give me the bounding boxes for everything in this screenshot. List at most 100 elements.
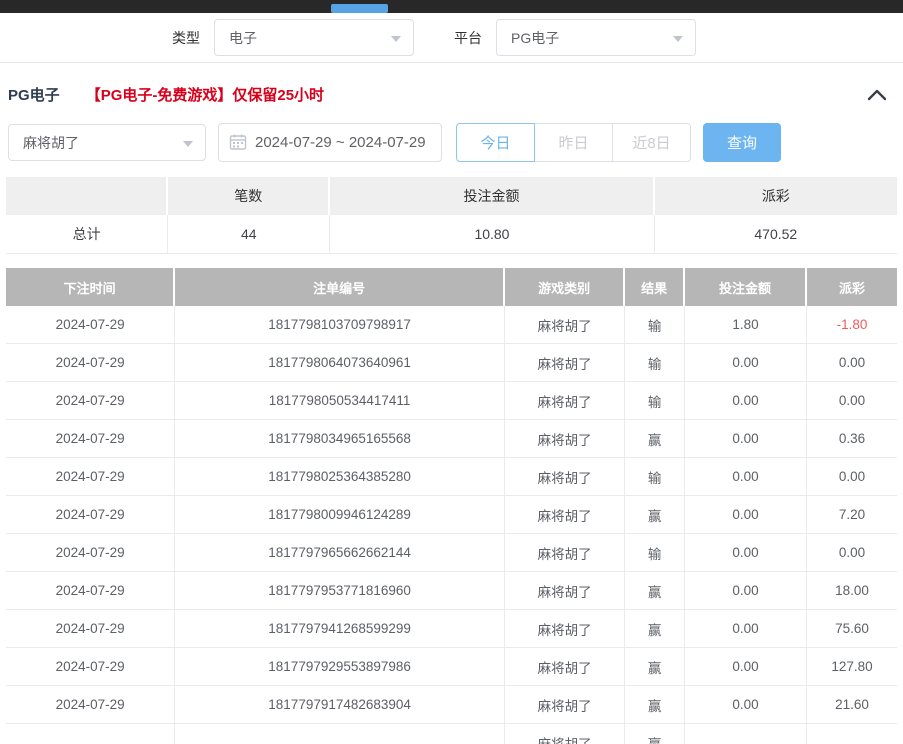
last-8-days-button[interactable]: 近8日	[612, 123, 691, 162]
collapse-button[interactable]	[867, 88, 887, 102]
cell-bet-time: 2024-07-29	[6, 306, 175, 344]
cell-payout	[807, 724, 897, 744]
cell-bet-time: 2024-07-29	[6, 648, 175, 686]
cell-game-category: 麻将胡了	[505, 572, 625, 610]
summary-table: 笔数 投注金额 派彩 总计 44 10.80 470.52	[6, 177, 897, 254]
game-select-value: 麻将胡了	[23, 133, 79, 153]
cell-result: 输	[625, 344, 685, 382]
cell-bet-number: 1817797917482683904	[175, 686, 505, 724]
today-button[interactable]: 今日	[456, 123, 535, 162]
cell-bet-number: 1817798064073640961	[175, 344, 505, 382]
section-notice: 【PG电子-免费游戏】仅保留25小时	[86, 84, 324, 105]
cell-game-category: 麻将胡了	[505, 610, 625, 648]
table-row: 2024-07-29 1817798025364385280 麻将胡了 输 0.…	[6, 458, 897, 496]
cell-payout: 75.60	[807, 610, 897, 648]
header-bet-time: 下注时间	[6, 268, 175, 306]
cell-bet-time: 2024-07-29	[6, 496, 175, 534]
section-header: PG电子 【PG电子-免费游戏】仅保留25小时	[0, 63, 903, 115]
cell-payout: 0.00	[807, 344, 897, 382]
platform-select-value: PG电子	[511, 28, 559, 48]
cell-game-category: 麻将胡了	[505, 724, 625, 744]
table-row: 2024-07-29 1817798009946124289 麻将胡了 赢 0.…	[6, 496, 897, 534]
cell-game-category: 麻将胡了	[505, 344, 625, 382]
cell-payout: 0.36	[807, 420, 897, 458]
cell-bet-number: 1817797941268599299	[175, 610, 505, 648]
cell-bet-amount: 0.00	[685, 344, 807, 382]
cell-bet-amount: 0.00	[685, 382, 807, 420]
search-button[interactable]: 查询	[703, 123, 781, 162]
cell-payout: 0.00	[807, 382, 897, 420]
cell-game-category: 麻将胡了	[505, 420, 625, 458]
cell-bet-time: 2024-07-29	[6, 534, 175, 572]
bet-table-header-row: 下注时间 注单编号 游戏类别 结果 投注金额 派彩	[6, 268, 897, 306]
range-button-group: 今日 昨日 近8日	[456, 123, 691, 162]
cell-bet-number	[175, 724, 505, 744]
caret-down-icon	[391, 36, 401, 42]
cell-payout: 0.00	[807, 534, 897, 572]
cell-bet-time: 2024-07-29	[6, 458, 175, 496]
bet-table-body: 2024-07-29 1817798103709798917 麻将胡了 输 1.…	[6, 306, 897, 744]
table-row: 2024-07-29 1817797953771816960 麻将胡了 赢 0.…	[6, 572, 897, 610]
cell-game-category: 麻将胡了	[505, 306, 625, 344]
cell-bet-number: 1817798103709798917	[175, 306, 505, 344]
topbar	[0, 0, 903, 13]
cell-bet-amount: 0.00	[685, 572, 807, 610]
cell-bet-time: 2024-07-29	[6, 572, 175, 610]
type-label: 类型	[172, 28, 200, 48]
cell-game-category: 麻将胡了	[505, 648, 625, 686]
summary-total-label: 总计	[6, 215, 168, 254]
cell-result: 输	[625, 306, 685, 344]
table-row: 2024-07-29 1817798064073640961 麻将胡了 输 0.…	[6, 344, 897, 382]
header-bet-amount: 投注金额	[685, 268, 807, 306]
date-range-value: 2024-07-29 ~ 2024-07-29	[255, 134, 426, 151]
header-bet-number: 注单编号	[175, 268, 505, 306]
cell-result: 赢	[625, 686, 685, 724]
type-select[interactable]: 电子	[214, 19, 414, 56]
cell-game-category: 麻将胡了	[505, 686, 625, 724]
cell-bet-number: 1817797953771816960	[175, 572, 505, 610]
query-toolbar: 麻将胡了 2024-07-29 ~ 2024-07-29 今日 昨日 近8日 查…	[0, 115, 903, 162]
cell-bet-number: 1817798034965165568	[175, 420, 505, 458]
cell-bet-amount: 0.00	[685, 610, 807, 648]
caret-down-icon	[673, 36, 683, 42]
cell-bet-number: 1817798050534417411	[175, 382, 505, 420]
cell-bet-time	[6, 724, 175, 744]
cell-payout: 0.00	[807, 458, 897, 496]
table-row: 2024-07-29 1817798050534417411 麻将胡了 输 0.…	[6, 382, 897, 420]
header-game-category: 游戏类别	[505, 268, 625, 306]
summary-header-bet-amount: 投注金额	[330, 177, 654, 215]
cell-game-category: 麻将胡了	[505, 534, 625, 572]
type-select-value: 电子	[229, 28, 257, 48]
section-title: PG电子	[8, 84, 60, 105]
yesterday-button[interactable]: 昨日	[534, 123, 613, 162]
cell-result: 赢	[625, 496, 685, 534]
summary-header-payout: 派彩	[655, 177, 897, 215]
cell-bet-time: 2024-07-29	[6, 686, 175, 724]
summary-header-row: 笔数 投注金额 派彩	[6, 177, 897, 215]
game-select[interactable]: 麻将胡了	[8, 124, 206, 161]
cell-result: 赢	[625, 648, 685, 686]
cell-bet-number: 1817797965662662144	[175, 534, 505, 572]
summary-total-row: 总计 44 10.80 470.52	[6, 215, 897, 254]
topbar-active-indicator	[331, 4, 388, 13]
header-payout: 派彩	[807, 268, 897, 306]
summary-bet-amount-value: 10.80	[330, 215, 654, 254]
table-row: 麻将胡了 赢	[6, 724, 897, 744]
platform-select[interactable]: PG电子	[496, 19, 696, 56]
cell-result: 赢	[625, 420, 685, 458]
summary-payout-value: 470.52	[655, 215, 897, 254]
cell-bet-amount	[685, 724, 807, 744]
table-row: 2024-07-29 1817797965662662144 麻将胡了 输 0.…	[6, 534, 897, 572]
cell-bet-time: 2024-07-29	[6, 382, 175, 420]
date-range-input[interactable]: 2024-07-29 ~ 2024-07-29	[218, 123, 442, 162]
summary-header-count: 笔数	[168, 177, 330, 215]
bet-table-wrap: 下注时间 注单编号 游戏类别 结果 投注金额 派彩 2024-07-29 181…	[0, 268, 903, 744]
summary-table-wrap: 笔数 投注金额 派彩 总计 44 10.80 470.52	[0, 177, 903, 254]
cell-bet-number: 1817798009946124289	[175, 496, 505, 534]
cell-result: 赢	[625, 724, 685, 744]
cell-result: 输	[625, 458, 685, 496]
cell-result: 赢	[625, 610, 685, 648]
cell-game-category: 麻将胡了	[505, 382, 625, 420]
header-result: 结果	[625, 268, 685, 306]
table-row: 2024-07-29 1817798103709798917 麻将胡了 输 1.…	[6, 306, 897, 344]
